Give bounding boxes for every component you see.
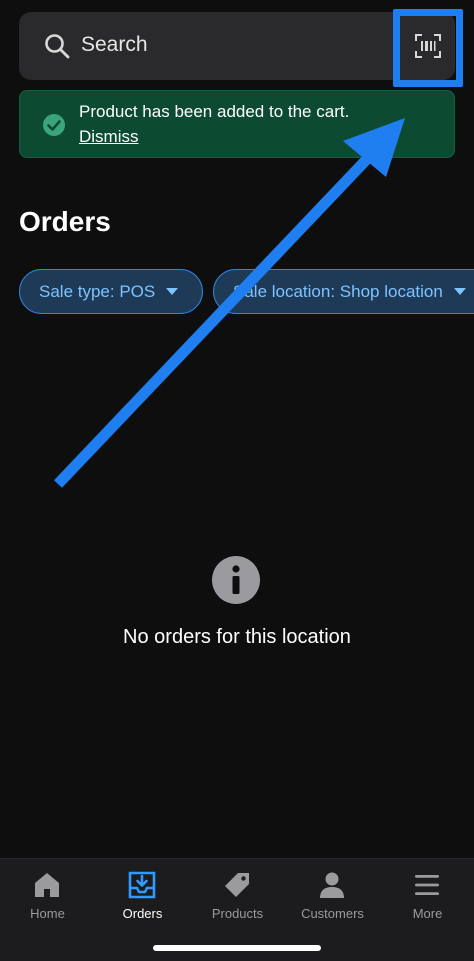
nav-item-customers[interactable]: Customers [285, 859, 380, 929]
filter-sale-type[interactable]: Sale type: POS [19, 269, 203, 314]
orders-icon [128, 871, 156, 899]
filter-sale-location-label: Sale location: Shop location [233, 281, 443, 301]
toast-message: Product has been added to the cart. [79, 102, 350, 121]
home-icon [35, 873, 59, 897]
success-toast: Product has been added to the cart. Dism… [19, 90, 455, 158]
menu-icon [415, 875, 439, 895]
search-bar[interactable]: Search [19, 12, 455, 80]
barcode-scan-icon[interactable] [415, 34, 441, 58]
home-indicator [153, 945, 321, 951]
page-title: Orders [19, 206, 111, 237]
person-icon [320, 872, 344, 898]
dismiss-link[interactable]: Dismiss [79, 127, 139, 147]
nav-label-customers: Customers [301, 906, 364, 921]
orders-screen: Search Product has been added to the car… [0, 0, 474, 961]
search-icon [45, 34, 70, 59]
nav-label-more: More [412, 906, 443, 921]
search-placeholder: Search [81, 33, 148, 56]
nav-item-more[interactable]: More [380, 859, 474, 929]
nav-label-home: Home [30, 906, 65, 921]
caret-down-icon [166, 288, 179, 295]
caret-down-icon [453, 288, 466, 295]
nav-label-products: Products [211, 906, 264, 921]
nav-label-orders: Orders [122, 906, 163, 921]
check-circle-icon [43, 114, 65, 136]
nav-item-orders[interactable]: Orders [95, 859, 190, 929]
empty-state-message: No orders for this location [123, 626, 351, 648]
nav-item-home[interactable]: Home [0, 859, 95, 929]
info-icon [212, 556, 260, 604]
filter-sale-location[interactable]: Sale location: Shop location [213, 269, 474, 314]
filter-sale-type-label: Sale type: POS [39, 281, 156, 301]
nav-item-products[interactable]: Products [190, 859, 285, 929]
tag-icon [225, 873, 249, 897]
